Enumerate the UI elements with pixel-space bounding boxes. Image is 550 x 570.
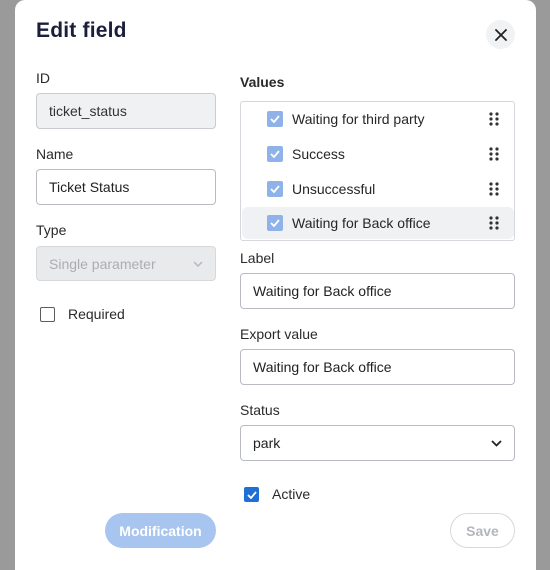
type-label: Type <box>36 222 67 238</box>
edit-field-dialog: Edit field ID ticket_status Name Ticket … <box>15 0 536 570</box>
export-value: Waiting for Back office <box>253 359 392 375</box>
type-select: Single parameter <box>36 246 216 281</box>
chevron-down-icon <box>491 439 502 447</box>
value-checkbox[interactable] <box>267 146 283 162</box>
check-icon <box>246 490 257 499</box>
id-label: ID <box>36 70 50 86</box>
value-label: Waiting for third party <box>292 111 425 127</box>
value-item[interactable]: Waiting for third party <box>242 103 514 135</box>
name-field[interactable]: Ticket Status <box>36 169 216 205</box>
status-value: park <box>253 435 281 451</box>
value-checkbox[interactable] <box>267 111 283 127</box>
values-label: Values <box>240 74 285 90</box>
name-label: Name <box>36 146 74 162</box>
value-label: Success <box>292 146 345 162</box>
value-item[interactable]: Unsuccessful <box>242 173 514 205</box>
export-value-field[interactable]: Waiting for Back office <box>240 349 515 385</box>
value-checkbox[interactable] <box>267 215 283 231</box>
value-item[interactable]: Success <box>242 138 514 170</box>
name-value: Ticket Status <box>49 179 130 195</box>
active-label: Active <box>272 486 311 502</box>
dialog-title: Edit field <box>36 19 127 42</box>
required-checkbox[interactable] <box>40 307 55 322</box>
check-icon <box>270 185 280 193</box>
label-label: Label <box>240 250 275 266</box>
status-label: Status <box>240 402 280 418</box>
drag-handle-icon[interactable] <box>488 146 500 162</box>
check-icon <box>270 219 280 227</box>
drag-handle-icon[interactable] <box>488 181 500 197</box>
active-checkbox[interactable] <box>244 487 259 502</box>
value-label: Unsuccessful <box>292 181 376 197</box>
id-field: ticket_status <box>36 93 216 129</box>
check-icon <box>270 150 280 158</box>
check-icon <box>270 115 280 123</box>
label-value: Waiting for Back office <box>253 283 392 299</box>
close-button[interactable] <box>486 20 515 49</box>
value-label: Waiting for Back office <box>292 215 431 231</box>
label-field[interactable]: Waiting for Back office <box>240 273 515 309</box>
required-label: Required <box>68 306 125 322</box>
drag-handle-icon[interactable] <box>488 111 500 127</box>
save-button[interactable]: Save <box>450 513 515 548</box>
export-value-label: Export value <box>240 326 318 342</box>
type-value: Single parameter <box>49 255 156 272</box>
modification-button[interactable]: Modification <box>105 513 216 548</box>
status-select[interactable]: park <box>240 425 515 461</box>
chevron-down-icon <box>193 260 203 267</box>
value-item-selected[interactable]: Waiting for Back office <box>242 207 514 239</box>
value-checkbox[interactable] <box>267 181 283 197</box>
values-list: Waiting for third party Success Unsucces <box>240 101 515 241</box>
close-icon <box>494 28 507 41</box>
drag-handle-icon[interactable] <box>488 215 500 231</box>
id-value: ticket_status <box>49 103 127 119</box>
